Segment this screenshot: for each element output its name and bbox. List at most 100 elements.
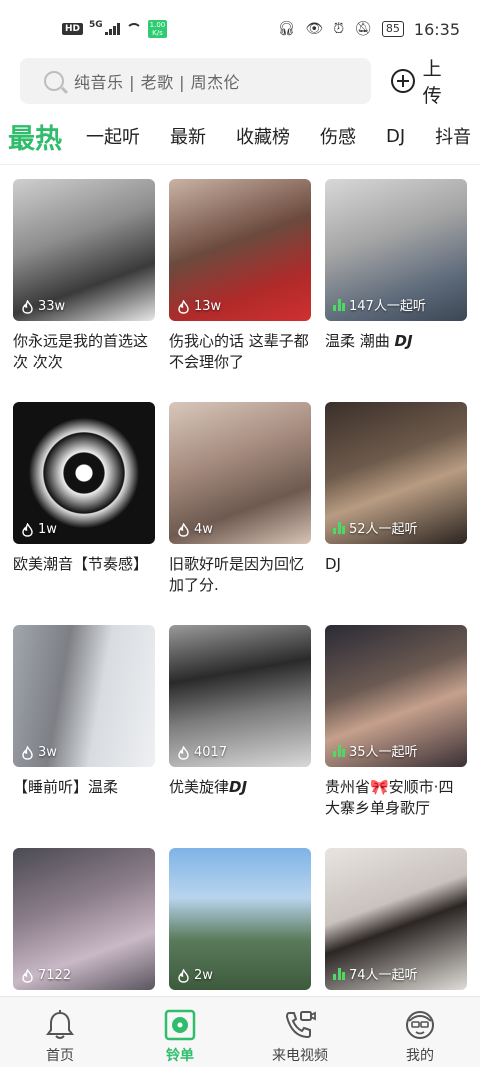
playlist-card[interactable]: 4017 优美旋律DJ xyxy=(169,625,311,848)
playlist-title[interactable]: 旧歌好听是因为回忆加了分. xyxy=(169,554,311,598)
playlist-title-text: 贵州省🎀安顺市·四大寨乡单身歌厅 xyxy=(325,778,454,817)
flame-icon xyxy=(177,968,190,983)
playlist-stat: 4w xyxy=(177,522,213,537)
playlist-title-text: 温柔 潮曲 xyxy=(325,332,395,350)
flame-icon xyxy=(21,968,34,983)
playlist-cover[interactable]: 1w xyxy=(13,402,155,544)
flame-icon xyxy=(21,522,34,537)
playlist-count: 4017 xyxy=(194,745,228,760)
playlist-cover[interactable]: 33w xyxy=(13,179,155,321)
playlist-count: 3w xyxy=(38,745,57,760)
playlist-cover[interactable]: 147人一起听 xyxy=(325,179,467,321)
bottom-nav: 首页 铃单 来电视频 我的 xyxy=(0,996,480,1067)
search-icon xyxy=(44,71,64,91)
search-input[interactable]: 纯音乐 | 老歌 | 周杰伦 xyxy=(20,58,372,104)
playlist-card[interactable]: 7122 xyxy=(13,848,155,994)
playlist-title-text: 欧美潮音【节奏感】 xyxy=(13,555,149,573)
playlist-card[interactable]: 2w xyxy=(169,848,311,994)
playlist-cover[interactable]: 74人一起听 xyxy=(325,848,467,990)
playlist-cover[interactable]: 52人一起听 xyxy=(325,402,467,544)
playlist-title[interactable]: 伤我心的话 这辈子都不会理你了 xyxy=(169,331,311,375)
playlist-card[interactable]: 1w 欧美潮音【节奏感】 xyxy=(13,402,155,625)
playlist-card[interactable]: 147人一起听温柔 潮曲 DJ xyxy=(325,179,467,402)
tab-hot[interactable]: 最热 xyxy=(8,117,62,156)
playlist-card[interactable]: 74人一起听 xyxy=(325,848,467,994)
search-row: 纯音乐 | 老歌 | 周杰伦 上传 xyxy=(0,58,480,107)
playlist-title-text: 旧歌好听是因为回忆加了分. xyxy=(169,555,305,594)
upload-button[interactable]: 上传 xyxy=(391,54,460,108)
battery-indicator: 85 xyxy=(381,21,404,37)
playlist-title-emphasis: DJ xyxy=(229,778,248,796)
listening-bars-icon xyxy=(333,298,345,311)
phone-video-icon xyxy=(283,1009,317,1041)
plus-circle-icon xyxy=(391,69,415,93)
nav-home[interactable]: 首页 xyxy=(0,997,120,1067)
playlist-title-text: 优美旋律 xyxy=(169,778,230,796)
tab-listen-together[interactable]: 一起听 xyxy=(86,123,140,149)
tab-newest[interactable]: 最新 xyxy=(170,123,206,149)
playlist-cover[interactable]: 4w xyxy=(169,402,311,544)
wifi-icon xyxy=(125,23,142,35)
playlist-card[interactable]: 33w 你永远是我的首选这次 次次 xyxy=(13,179,155,402)
playlist-title[interactable]: 温柔 潮曲 DJ xyxy=(325,331,467,375)
headphones-icon: 🎧︎ xyxy=(277,21,296,37)
playlist-title[interactable]: 优美旋律DJ xyxy=(169,777,311,821)
nav-mine[interactable]: 我的 xyxy=(360,997,480,1067)
playlist-title-text: 伤我心的话 这辈子都不会理你了 xyxy=(169,332,309,371)
status-bar: HD 5G 1.00 K/s 🎧︎ 👁︎ ⏰︎ 🔕︎ 85 16:35 xyxy=(0,0,480,58)
playlist-grid: 33w 你永远是我的首选这次 次次 13w 伤我心的话 这辈子都不会理你了 147人一起… xyxy=(13,179,467,994)
playlist-card[interactable]: 13w 伤我心的话 这辈子都不会理你了 xyxy=(169,179,311,402)
playlist-title-emphasis: DJ xyxy=(394,332,413,350)
flame-icon xyxy=(21,299,34,314)
playlist-count: 7122 xyxy=(38,968,72,983)
playlist-title[interactable]: 【睡前听】温柔 xyxy=(13,777,155,821)
playlist-cover[interactable]: 13w xyxy=(169,179,311,321)
status-left: HD 5G 1.00 K/s xyxy=(62,20,168,38)
playlist-count: 13w xyxy=(194,299,222,314)
flame-icon xyxy=(177,745,190,760)
playlist-title[interactable]: 你永远是我的首选这次 次次 xyxy=(13,331,155,375)
nav-ringlist-label: 铃单 xyxy=(166,1048,194,1064)
playlist-cover[interactable]: 7122 xyxy=(13,848,155,990)
playlist-cover[interactable]: 3w xyxy=(13,625,155,767)
nav-call-video[interactable]: 来电视频 xyxy=(240,997,360,1067)
playlist-stat: 147人一起听 xyxy=(333,295,426,314)
playlist-stat: 52人一起听 xyxy=(333,518,418,537)
tab-favorites-chart[interactable]: 收藏榜 xyxy=(236,123,290,149)
playlist-card[interactable]: 52人一起听 DJ xyxy=(325,402,467,625)
playlist-stat: 2w xyxy=(177,968,213,983)
playlist-title[interactable]: 欧美潮音【节奏感】 xyxy=(13,554,155,598)
playlist-card[interactable]: 3w 【睡前听】温柔 xyxy=(13,625,155,848)
tab-dj[interactable]: DJ xyxy=(386,126,405,147)
playlist-title-text: 【睡前听】温柔 xyxy=(13,778,119,796)
category-tabs: 最热 一起听 最新 收藏榜 伤感 DJ 抖音 xyxy=(0,112,480,160)
tab-divider xyxy=(0,164,480,165)
playlist-count: 4w xyxy=(194,522,213,537)
nav-call-video-label: 来电视频 xyxy=(272,1048,328,1064)
flame-icon xyxy=(177,522,190,537)
playlist-stat: 7122 xyxy=(21,968,71,983)
playlist-stat: 1w xyxy=(21,522,57,537)
playlist-stat: 74人一起听 xyxy=(333,964,418,983)
hd-badge: HD xyxy=(62,23,84,35)
listening-bars-icon xyxy=(333,967,345,980)
avatar-icon xyxy=(403,1009,437,1041)
playlist-cover[interactable]: 2w xyxy=(169,848,311,990)
net-speed-unit: K/s xyxy=(152,29,163,37)
playlist-count: 2w xyxy=(194,968,213,983)
playlist-stat: 35人一起听 xyxy=(333,741,418,760)
playlist-card[interactable]: 35人一起听贵州省🎀安顺市·四大寨乡单身歌厅 xyxy=(325,625,467,848)
tab-sad[interactable]: 伤感 xyxy=(320,123,356,149)
playlist-card[interactable]: 4w 旧歌好听是因为回忆加了分. xyxy=(169,402,311,625)
eye-icon: 👁︎ xyxy=(305,21,324,37)
tab-douyin[interactable]: 抖音 xyxy=(435,123,471,149)
listening-bars-icon xyxy=(333,744,345,757)
flame-icon xyxy=(177,299,190,314)
playlist-title[interactable]: DJ xyxy=(325,554,467,598)
playlist-title[interactable]: 贵州省🎀安顺市·四大寨乡单身歌厅 xyxy=(325,777,467,821)
mute-icon: 🔕︎ xyxy=(354,21,372,37)
playlist-stat: 13w xyxy=(177,299,221,314)
nav-ringlist[interactable]: 铃单 xyxy=(120,997,240,1067)
playlist-cover[interactable]: 35人一起听 xyxy=(325,625,467,767)
playlist-cover[interactable]: 4017 xyxy=(169,625,311,767)
